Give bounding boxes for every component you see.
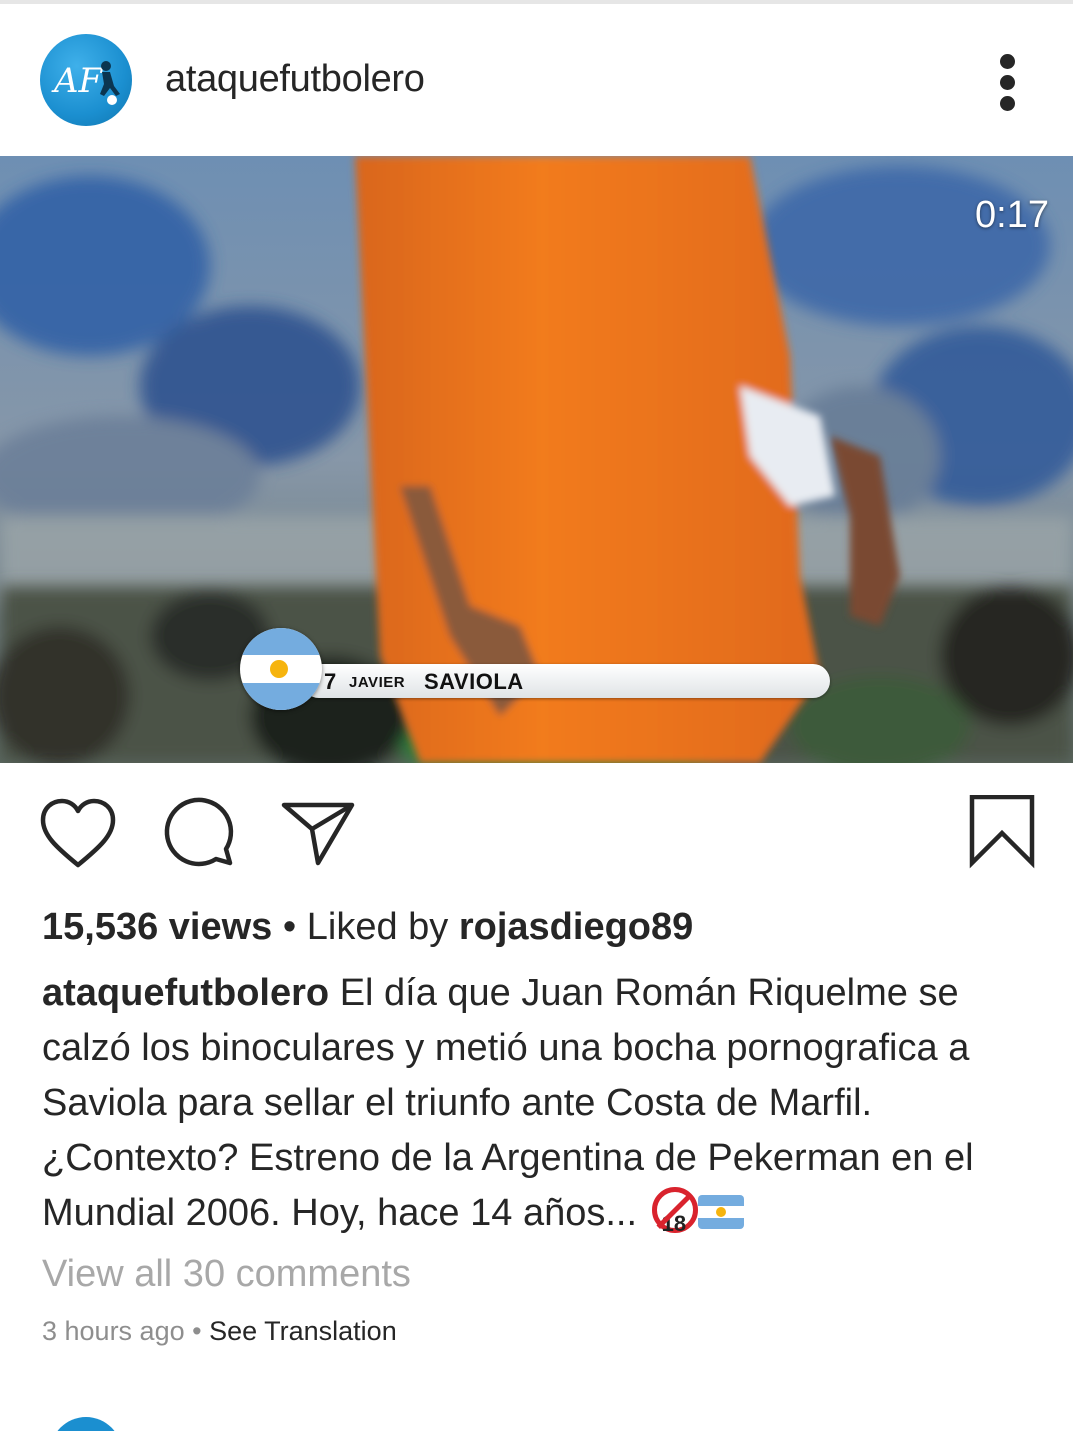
- argentina-flag-icon: [240, 628, 322, 710]
- see-translation-link[interactable]: See Translation: [209, 1316, 397, 1346]
- post-header: AF ataquefutbolero: [0, 4, 1073, 156]
- player-number: 7: [324, 669, 337, 694]
- comment-icon[interactable]: [160, 795, 240, 875]
- liked-by-prefix: Liked by: [306, 906, 449, 948]
- post-video[interactable]: 0:17 7 JAVIER SAVIOLA: [0, 156, 1073, 763]
- separator-dot: •: [192, 1316, 202, 1346]
- liked-by-user[interactable]: rojasdiego89: [459, 906, 693, 948]
- post-username[interactable]: ataquefutbolero: [165, 58, 425, 101]
- view-all-comments-link[interactable]: View all 30 comments: [42, 1253, 411, 1296]
- post-meta: 3 hours ago • See Translation: [42, 1316, 397, 1347]
- post-actions: [0, 763, 1073, 893]
- avatar[interactable]: AF: [40, 34, 132, 126]
- next-post-avatar[interactable]: [50, 1417, 122, 1431]
- bookmark-icon[interactable]: [962, 794, 1042, 875]
- player-first-name: JAVIER: [349, 674, 406, 691]
- heart-icon[interactable]: [38, 795, 118, 875]
- send-icon[interactable]: [280, 795, 360, 875]
- argentina-flag-emoji-icon: [697, 1195, 744, 1229]
- caption-username[interactable]: ataquefutbolero: [42, 972, 329, 1014]
- svg-text:AF: AF: [51, 61, 104, 101]
- lower-third-bar: 7 JAVIER SAVIOLA: [302, 664, 830, 698]
- more-options-icon[interactable]: [990, 52, 1026, 112]
- views-liked-by: 15,536 views • Liked by rojasdiego89: [42, 906, 693, 949]
- no-one-under-18-emoji-icon: 18: [651, 1187, 698, 1236]
- separator-dot: •: [282, 906, 297, 948]
- player-lower-third: 7 JAVIER SAVIOLA: [240, 626, 840, 716]
- video-duration: 0:17: [975, 194, 1049, 236]
- post-timestamp: 3 hours ago: [42, 1316, 185, 1346]
- post-caption: ataquefutbolero El día que Juan Román Ri…: [42, 966, 1042, 1241]
- player-last-name: SAVIOLA: [424, 669, 524, 694]
- views-count[interactable]: 15,536 views: [42, 906, 272, 948]
